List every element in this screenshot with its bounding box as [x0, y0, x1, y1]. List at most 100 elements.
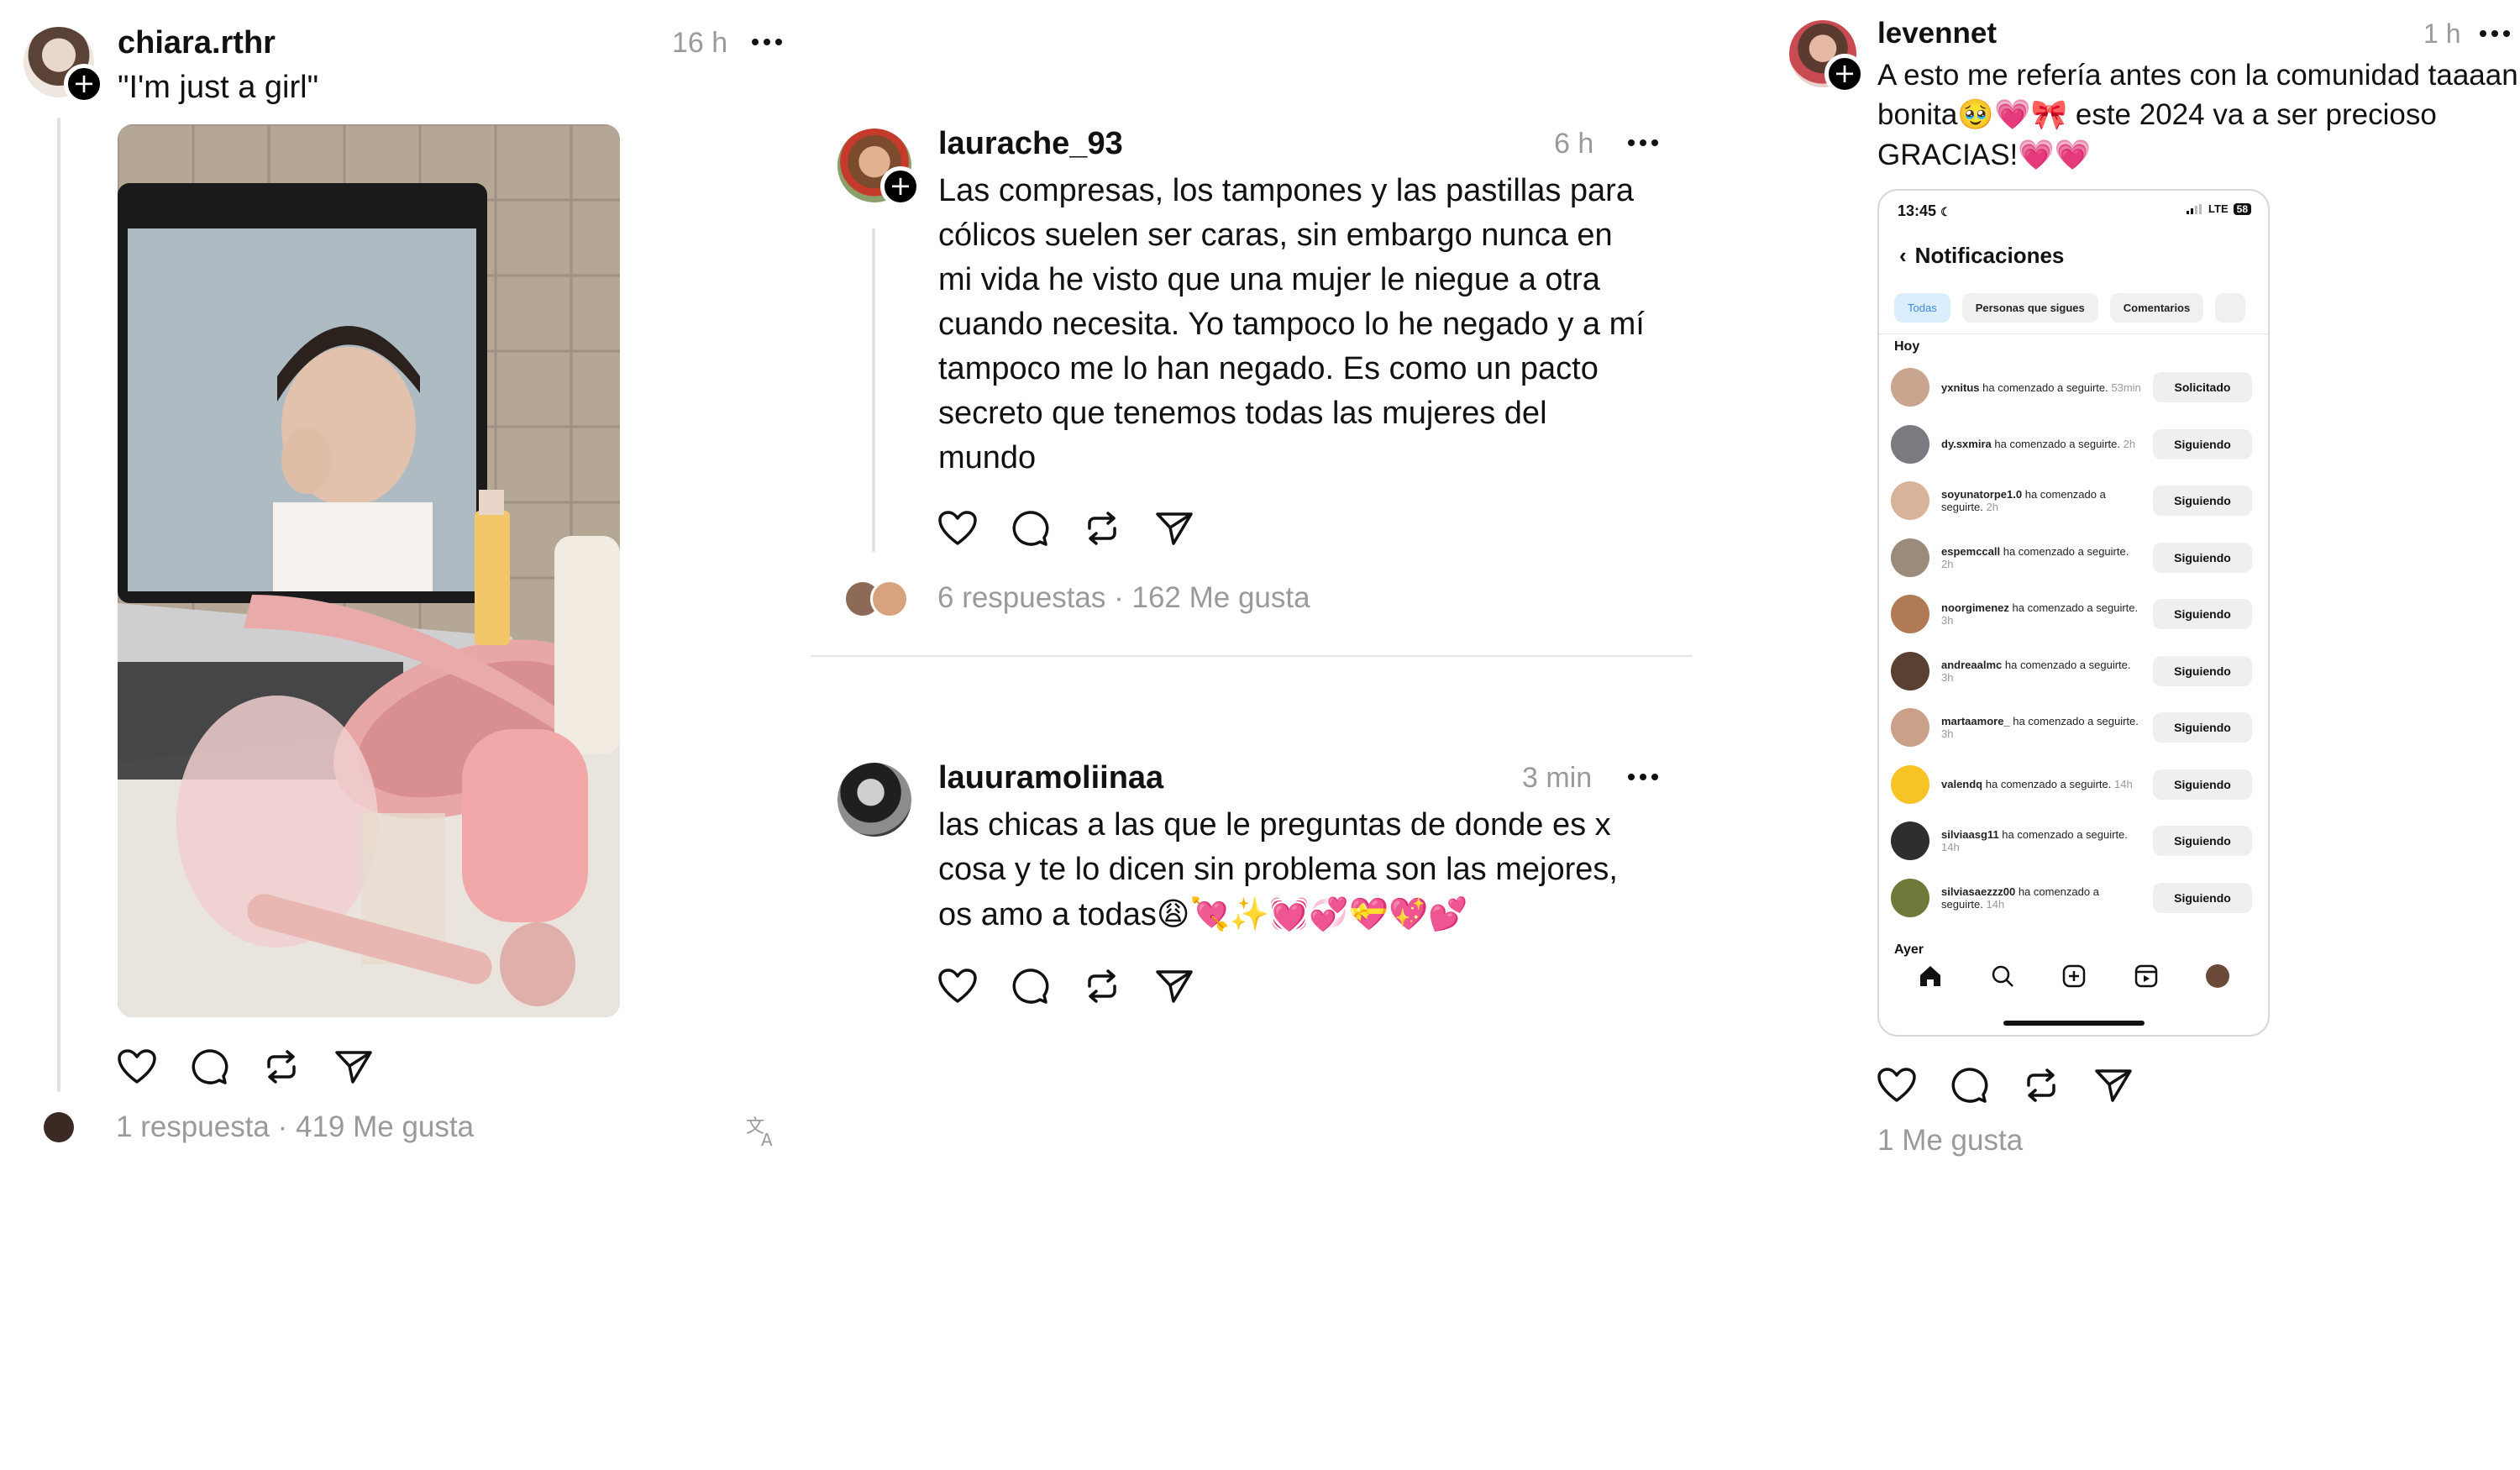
notification-avatar[interactable]	[1891, 368, 1929, 407]
post-time: 1 h	[2423, 18, 2461, 49]
follow-status-button[interactable]: Siguiendo	[2153, 542, 2252, 573]
notifications-screenshot[interactable]: 13:45 ☾ LTE 58 ‹ Notificaciones Todas Per…	[1877, 189, 2270, 1037]
comment-bubble-icon[interactable]	[190, 1048, 228, 1085]
new-post-icon[interactable]	[2061, 963, 2087, 989]
notification-avatar[interactable]	[1891, 708, 1929, 747]
notification-row[interactable]: martaamore_ ha comenzado a seguirte. 3h S…	[1891, 704, 2252, 751]
translate-icon[interactable]: 文 A	[744, 1114, 778, 1147]
home-icon[interactable]	[1918, 963, 1943, 989]
post-text: A esto me refería antes con la comunidad…	[1877, 59, 2518, 172]
notification-row[interactable]: andreaalmc ha comenzado a seguirte. 3h Si…	[1891, 648, 2252, 695]
post-stats[interactable]: 1 respuesta · 419 Me gusta	[116, 1110, 474, 1144]
follow-status-button[interactable]: Siguiendo	[2153, 486, 2252, 516]
share-send-icon[interactable]	[1155, 510, 1194, 547]
notification-row[interactable]: espemccall ha comenzado a seguirte. 2h Si…	[1891, 534, 2252, 581]
follow-status-button[interactable]: Siguiendo	[2153, 882, 2252, 913]
follow-status-button[interactable]: Siguiendo	[2153, 599, 2252, 629]
post-actions	[1877, 1067, 2133, 1104]
profile-avatar[interactable]	[2206, 964, 2230, 988]
comment-bubble-icon[interactable]	[1011, 968, 1049, 1005]
notification-avatar[interactable]	[1891, 481, 1929, 520]
notification-row[interactable]: silviasaezzz00 ha comenzado a seguirte. …	[1891, 874, 2252, 921]
like-heart-icon[interactable]	[1877, 1068, 1916, 1103]
more-options-icon[interactable]	[2480, 30, 2510, 37]
like-heart-icon[interactable]	[938, 969, 977, 1004]
more-options-icon[interactable]	[752, 39, 782, 45]
comment-bubble-icon[interactable]	[1950, 1067, 1988, 1104]
notification-row[interactable]: yxnitus ha comenzado a seguirte. 53min So…	[1891, 364, 2252, 411]
post-time: 6 h	[1554, 128, 1594, 160]
post-divider	[811, 655, 1693, 657]
follow-status-button[interactable]: Solicitado	[2153, 372, 2252, 402]
notification-avatar[interactable]	[1891, 595, 1929, 633]
chip-comentarios[interactable]: Comentarios	[2109, 293, 2204, 323]
post-actions	[938, 968, 1194, 1005]
follow-status-button[interactable]: Siguiendo	[2153, 826, 2252, 856]
search-icon[interactable]	[1990, 963, 2015, 989]
notification-avatar[interactable]	[1891, 878, 1929, 917]
more-options-icon[interactable]	[1628, 139, 1658, 146]
like-heart-icon[interactable]	[118, 1049, 156, 1084]
phone-tabbar	[1879, 963, 2268, 989]
like-heart-icon[interactable]	[938, 511, 977, 546]
post-time: 3 min	[1522, 762, 1593, 794]
chip-more[interactable]	[2215, 293, 2245, 323]
phone-status-time: 13:45 ☾	[1898, 202, 1951, 219]
chip-personas[interactable]: Personas que sigues	[1961, 293, 2098, 323]
repost-icon[interactable]	[262, 1048, 301, 1085]
follow-status-button[interactable]: Siguiendo	[2153, 769, 2252, 800]
follow-status-button[interactable]: Siguiendo	[2153, 712, 2252, 743]
repost-icon[interactable]	[2022, 1067, 2061, 1104]
post-time: 16 h	[672, 27, 728, 59]
notification-row[interactable]: silviaasg11 ha comenzado a seguirte. 14h…	[1891, 817, 2252, 864]
post-stats[interactable]: 6 respuestas · 162 Me gusta	[937, 581, 1310, 615]
reels-icon[interactable]	[2134, 963, 2159, 989]
back-chevron-icon[interactable]: ‹	[1899, 243, 1907, 268]
post-emojis: 🥹💗🎀	[1957, 98, 2068, 132]
follow-status-button[interactable]: Siguiendo	[2153, 655, 2252, 686]
battery-icon: 58	[2233, 202, 2251, 215]
section-today: Hoy	[1894, 339, 1920, 354]
post-actions	[938, 510, 1194, 547]
notification-avatar[interactable]	[1891, 651, 1929, 690]
thread-line	[872, 228, 875, 552]
post-text: Las compresas, los tampones y las pastil…	[938, 173, 1645, 475]
notification-row[interactable]: noorgimenez ha comenzado a seguirte. 3h S…	[1891, 591, 2252, 638]
post-username[interactable]: laurache_93	[938, 126, 1123, 162]
follow-plus-icon[interactable]: +	[1824, 54, 1865, 94]
notification-avatar[interactable]	[1891, 764, 1929, 804]
follow-plus-icon[interactable]: +	[64, 64, 104, 104]
notification-row[interactable]: valendq ha comenzado a seguirte. 14h Sigu…	[1891, 761, 2252, 808]
notification-avatar[interactable]	[1891, 538, 1929, 577]
post-username[interactable]: chiara.rthr	[118, 25, 276, 61]
notification-text: silviasaezzz00 ha comenzado a seguirte. …	[1941, 885, 2099, 911]
repost-icon[interactable]	[1083, 510, 1121, 547]
post-username[interactable]: levennet	[1877, 17, 1997, 50]
post-stats[interactable]: 1 Me gusta	[1877, 1124, 2023, 1158]
comment-bubble-icon[interactable]	[1011, 510, 1049, 547]
post-text: las chicas a las que le preguntas de don…	[938, 807, 1618, 932]
post-text: "I'm just a girl"	[118, 70, 319, 105]
post-photo[interactable]	[118, 124, 620, 1017]
notification-row[interactable]: dy.sxmira ha comenzado a seguirte. 2h Sig…	[1891, 421, 2252, 468]
more-options-icon[interactable]	[1628, 774, 1658, 780]
post-emojis: 💗💗	[2018, 139, 2092, 172]
chip-todas[interactable]: Todas	[1894, 293, 1950, 323]
notification-text: espemccall ha comenzado a seguirte. 2h	[1941, 544, 2129, 570]
follow-status-button[interactable]: Siguiendo	[2153, 428, 2252, 459]
post-username[interactable]: lauuramoliinaa	[938, 760, 1163, 796]
notification-row[interactable]: soyunatorpe1.0 ha comenzado a seguirte. …	[1891, 477, 2252, 524]
notification-text: dy.sxmira ha comenzado a seguirte. 2h	[1941, 438, 2136, 450]
notification-text: soyunatorpe1.0 ha comenzado a seguirte. …	[1941, 488, 2106, 513]
notification-avatar[interactable]	[1891, 424, 1929, 464]
avatar-lauuramoliinaa[interactable]	[837, 763, 911, 837]
share-send-icon[interactable]	[334, 1048, 373, 1085]
share-send-icon[interactable]	[1155, 968, 1194, 1005]
repost-icon[interactable]	[1083, 968, 1121, 1005]
phone-filter-chips: Todas Personas que sigues Comentarios	[1894, 293, 2245, 323]
signal-icon	[2187, 203, 2202, 214]
share-send-icon[interactable]	[2094, 1067, 2133, 1104]
notification-avatar[interactable]	[1891, 822, 1929, 860]
follow-plus-icon[interactable]: +	[880, 166, 921, 207]
vanity-photo-illustration	[118, 124, 620, 1017]
